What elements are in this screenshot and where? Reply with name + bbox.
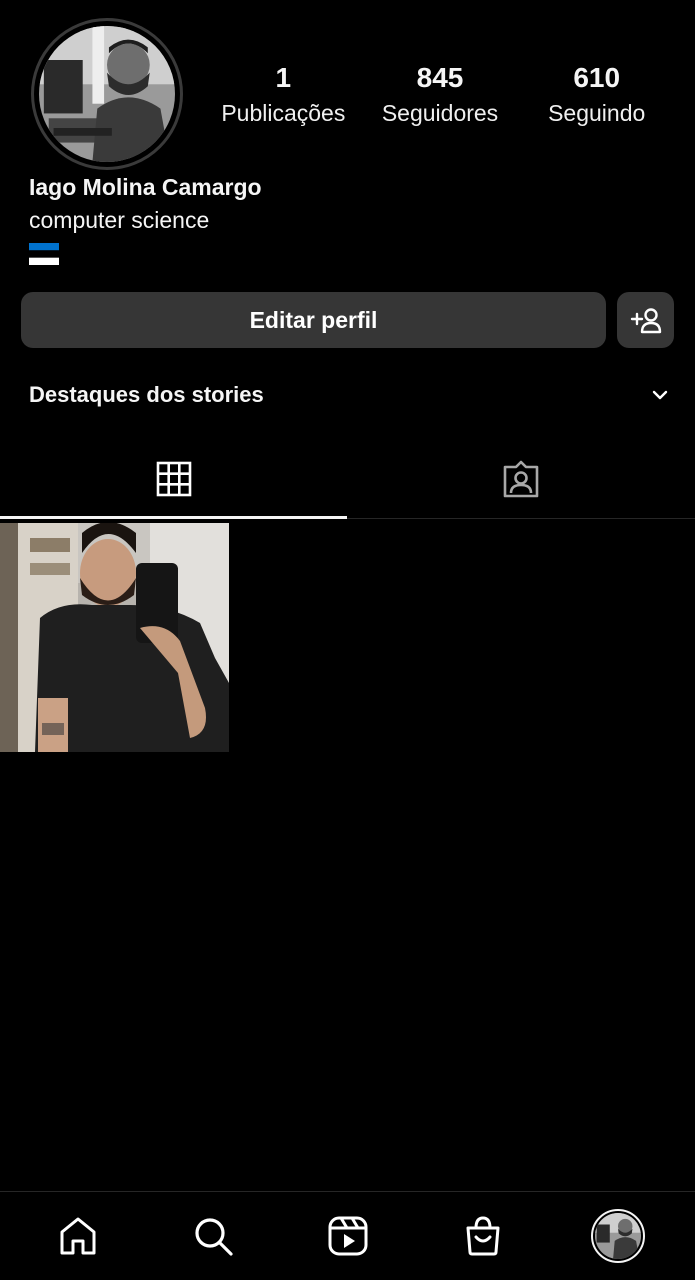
bottom-navigation — [0, 1191, 695, 1280]
stat-count: 845 — [416, 62, 464, 93]
profile-avatar-small — [590, 1209, 645, 1263]
tab-posts-grid[interactable] — [0, 440, 347, 519]
search-icon — [194, 1218, 233, 1256]
highlights-title: Destaques dos stories — [29, 382, 264, 407]
profile-tabs — [0, 440, 695, 519]
mirror-selfie-photo — [0, 523, 229, 752]
profile-actions: Editar perfil — [21, 292, 674, 348]
profile-stats: 1 Publicações 845 Seguidores 610 Seguind… — [205, 58, 675, 128]
avatar-image — [39, 26, 175, 162]
discover-people-button[interactable] — [617, 292, 674, 348]
tab-tagged[interactable] — [347, 440, 694, 518]
profile-bio: Iago Molina Camargo computer science — [29, 171, 629, 265]
estonia-flag-icon — [29, 243, 59, 265]
nav-profile[interactable] — [588, 1206, 648, 1266]
post-thumbnail[interactable] — [0, 523, 229, 752]
nav-avatar-image — [594, 1213, 641, 1259]
reels-icon — [328, 1216, 367, 1256]
home-icon — [60, 1217, 95, 1255]
stat-publications[interactable]: 1 Publicações — [205, 58, 362, 128]
profile-name: Iago Molina Camargo — [29, 174, 262, 200]
add-person-icon — [630, 308, 661, 334]
tagged-person-icon — [503, 460, 538, 498]
stat-label: Seguidores — [381, 100, 499, 126]
profile-header: 1 Publicações 845 Seguidores 610 Seguind… — [0, 0, 695, 175]
nav-shop[interactable] — [453, 1206, 513, 1266]
stat-following[interactable]: 610 Seguindo — [518, 58, 675, 128]
nav-reels[interactable] — [318, 1206, 378, 1266]
stat-label: Seguindo — [548, 100, 646, 126]
stat-count: 610 — [573, 62, 621, 93]
profile-avatar[interactable] — [31, 18, 183, 170]
grid-icon — [156, 461, 191, 497]
stat-followers[interactable]: 845 Seguidores — [362, 58, 519, 128]
edit-profile-button[interactable]: Editar perfil — [21, 292, 606, 348]
nav-search[interactable] — [183, 1206, 243, 1266]
avatar-photo — [39, 26, 175, 162]
bio-text: computer science — [29, 207, 210, 233]
shop-icon — [466, 1216, 499, 1256]
nav-home[interactable] — [48, 1206, 108, 1266]
stat-count: 1 — [275, 62, 292, 93]
chevron-down-icon[interactable] — [651, 389, 669, 401]
story-highlights-header[interactable]: Destaques dos stories — [29, 378, 669, 412]
stat-label: Publicações — [221, 100, 346, 126]
post-grid — [0, 523, 695, 752]
